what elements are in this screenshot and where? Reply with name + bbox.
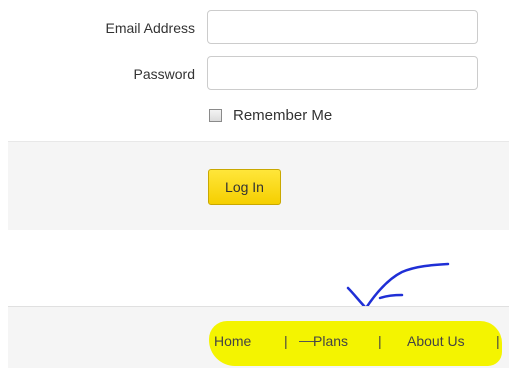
footer-separator: | bbox=[284, 333, 288, 349]
remember-me[interactable]: Remember Me bbox=[209, 105, 332, 125]
footer-link-home[interactable]: Home bbox=[214, 333, 251, 349]
footer-separator: | bbox=[378, 333, 382, 349]
remember-me-checkbox[interactable] bbox=[209, 108, 222, 122]
form-actions: Log In bbox=[8, 141, 509, 230]
password-label: Password bbox=[133, 66, 195, 82]
login-page: Email Address Password Remember Me Log I… bbox=[0, 0, 509, 368]
footer-link-plans[interactable]: Plans bbox=[313, 333, 348, 349]
email-label: Email Address bbox=[105, 20, 195, 36]
email-row: Email Address bbox=[0, 10, 509, 46]
footer-separator: | bbox=[496, 333, 500, 349]
password-field[interactable] bbox=[207, 56, 478, 90]
password-row: Password bbox=[0, 56, 509, 92]
remember-me-label[interactable]: Remember Me bbox=[233, 107, 332, 124]
footer: Home | Plans | About Us | bbox=[8, 306, 509, 368]
email-field[interactable] bbox=[207, 10, 478, 44]
footer-link-about-us[interactable]: About Us bbox=[407, 333, 465, 349]
login-button[interactable]: Log In bbox=[208, 169, 281, 205]
